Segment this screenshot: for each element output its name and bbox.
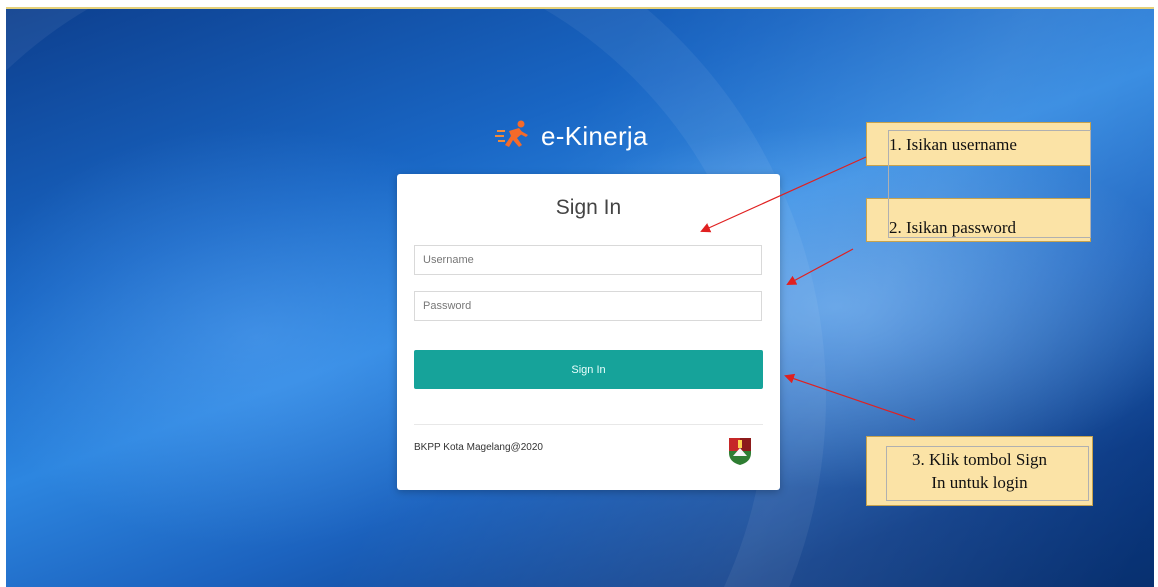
runner-icon (495, 120, 528, 147)
annotation-step-1-text: 1. Isikan username (889, 135, 1017, 154)
card-divider (414, 424, 763, 425)
app-name: e-Kinerja (541, 120, 648, 151)
login-card: Sign In Sign In BKPP Kota Magelang@2020 (397, 174, 780, 490)
annotation-step-3-line-1: 3. Klik tombol Sign (911, 450, 1048, 469)
top-border (6, 7, 1154, 9)
annotation-step-3-line-2: In untuk login (931, 473, 1028, 492)
city-crest-icon (729, 438, 751, 465)
footer-copyright: BKPP Kota Magelang@2020 (414, 442, 543, 453)
sign-in-button[interactable]: Sign In (414, 350, 763, 389)
app-logo: e-Kinerja (495, 118, 648, 154)
annotation-step-2: 2. Isikan password (866, 198, 1091, 242)
password-input[interactable] (414, 291, 762, 321)
username-input[interactable] (414, 245, 762, 275)
annotation-step-3: 3. Klik tombol Sign In untuk login (866, 436, 1093, 506)
login-title: Sign In (555, 196, 622, 219)
annotation-step-2-text: 2. Isikan password (889, 218, 1017, 237)
annotation-step-1: 1. Isikan username (866, 122, 1091, 166)
